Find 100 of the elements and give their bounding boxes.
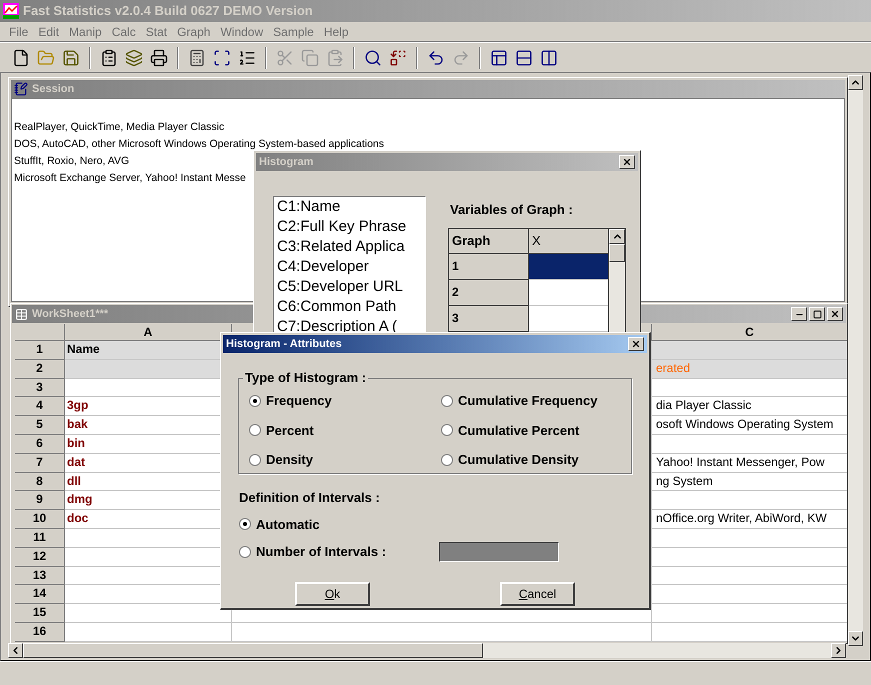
session-line: StuffIt, Roxio, Nero, AVG — [14, 154, 130, 169]
row-header[interactable]: 2 — [15, 360, 65, 379]
radio-label: Percent — [266, 422, 314, 440]
close-button[interactable] — [628, 337, 644, 351]
minimize-button[interactable] — [791, 307, 807, 321]
row-header[interactable]: 5 — [15, 416, 65, 435]
table-cell: dia Player Classic — [652, 397, 847, 416]
corner-cell — [15, 324, 65, 341]
maximize-icon — [812, 310, 822, 318]
column-header[interactable]: C — [652, 324, 847, 341]
session-line: RealPlayer, QuickTime, Media Player Classic — [14, 120, 224, 135]
table-cell: ng System — [652, 472, 847, 492]
ok-button[interactable]: Ok — [295, 582, 370, 606]
radio-label: Automatic — [256, 516, 320, 534]
cancel-button[interactable]: Cancel — [500, 582, 575, 606]
row-header[interactable]: 1 — [15, 341, 65, 360]
scroll-down-button[interactable] — [848, 631, 863, 646]
radio-button[interactable] — [441, 424, 453, 436]
table-icon — [15, 308, 28, 320]
row-header: 3 — [449, 306, 529, 332]
radio-button[interactable] — [239, 546, 251, 558]
radio-label: Frequency — [266, 392, 332, 410]
column-header: Graph — [449, 228, 529, 254]
list-icon[interactable] — [238, 48, 256, 66]
table-cell: nOffice.org Writer, AbiWord, KW — [652, 510, 847, 529]
scroll-up-button[interactable] — [848, 75, 863, 90]
stack-icon[interactable] — [125, 48, 143, 66]
radio-button[interactable] — [249, 424, 261, 436]
radio-label: Density — [266, 451, 313, 469]
close-icon — [830, 309, 840, 319]
search-icon[interactable] — [364, 48, 382, 66]
row-header: 1 — [449, 254, 529, 280]
horizontal-scrollbar[interactable] — [8, 643, 846, 658]
radio-button[interactable] — [239, 518, 251, 530]
session-line: DOS, AutoCAD, other Microsoft Windows Operating System-based applications — [14, 137, 384, 152]
list-item[interactable]: C1:Name — [277, 197, 425, 217]
list-item[interactable]: C6:Common Path — [277, 297, 425, 317]
row-header[interactable]: 4 — [15, 397, 65, 416]
row-header[interactable]: 7 — [15, 454, 65, 473]
row-header[interactable]: 8 — [15, 472, 65, 492]
page-icon[interactable] — [12, 48, 30, 66]
columns-icon[interactable] — [540, 48, 558, 66]
row-header[interactable]: 10 — [15, 510, 65, 529]
maximize-button[interactable] — [809, 307, 825, 321]
save-icon[interactable] — [62, 48, 80, 66]
window-title: Histogram — [259, 154, 314, 170]
row-header[interactable]: 13 — [15, 566, 65, 586]
radio-label: Number of Intervals : — [256, 543, 386, 562]
close-icon — [622, 157, 632, 167]
cascade-icon[interactable] — [490, 48, 508, 66]
vertical-scrollbar[interactable] — [609, 228, 626, 332]
vertical-scrollbar[interactable] — [848, 75, 863, 646]
close-icon — [631, 339, 641, 349]
row-header[interactable]: 15 — [15, 604, 65, 623]
table-cell[interactable] — [529, 306, 608, 332]
calculator-icon[interactable] — [188, 48, 206, 66]
list-item[interactable]: C5:Developer URL — [277, 277, 425, 297]
section-label: Definition of Intervals : — [239, 489, 381, 507]
list-item[interactable]: C3:Related Applica — [277, 237, 425, 257]
table-cell[interactable] — [529, 280, 608, 306]
row-header[interactable]: 6 — [15, 434, 65, 454]
notepad-icon — [14, 82, 28, 96]
row-header[interactable]: 11 — [15, 528, 65, 548]
radio-button[interactable] — [441, 394, 453, 407]
selection-icon[interactable] — [213, 48, 231, 66]
table-cell[interactable] — [529, 254, 608, 280]
row-header[interactable]: 14 — [15, 585, 65, 604]
scroll-thumb[interactable] — [609, 244, 625, 262]
scroll-right-button[interactable] — [831, 643, 846, 658]
radio-button[interactable] — [441, 454, 453, 466]
radio-button[interactable] — [249, 394, 261, 407]
rows-icon[interactable] — [515, 48, 533, 66]
table-cell: osoft Windows Operating System — [652, 416, 847, 435]
scroll-up-button[interactable] — [609, 228, 625, 244]
printer-icon[interactable] — [150, 48, 168, 66]
radio-button[interactable] — [249, 454, 261, 466]
replace-icon[interactable] — [389, 48, 407, 66]
table-cell: erated — [652, 360, 847, 379]
row-header[interactable]: 9 — [15, 491, 65, 510]
session-line: Microsoft Exchange Server, Yahoo! Instant Messe — [14, 171, 246, 186]
chart-icon — [3, 3, 19, 19]
row-header: 2 — [449, 280, 529, 306]
list-item[interactable]: C2:Full Key Phrase — [277, 217, 425, 237]
scroll-thumb[interactable] — [23, 643, 483, 658]
close-button[interactable] — [619, 155, 635, 169]
window-title: WorkSheet1*** — [32, 306, 108, 322]
undo-icon[interactable] — [427, 48, 445, 66]
table-cell: Yahoo! Instant Messenger, Pow — [652, 454, 847, 473]
radio-label: Cumulative Percent — [458, 422, 580, 440]
window-title: Fast Statistics v2.0.4 Build 0627 DEMO Version — [23, 2, 313, 20]
radio-label: Cumulative Frequency — [458, 392, 598, 410]
clipboard-icon[interactable] — [100, 48, 118, 66]
radio-label: Cumulative Density — [458, 451, 579, 469]
row-header[interactable]: 3 — [15, 378, 65, 398]
row-header[interactable]: 16 — [15, 622, 65, 642]
group-label: Type of Histogram : — [243, 370, 368, 386]
list-item[interactable]: C4:Developer — [277, 257, 425, 277]
scroll-left-button[interactable] — [8, 643, 23, 658]
row-header[interactable]: 12 — [15, 548, 65, 567]
close-button[interactable] — [827, 307, 843, 321]
